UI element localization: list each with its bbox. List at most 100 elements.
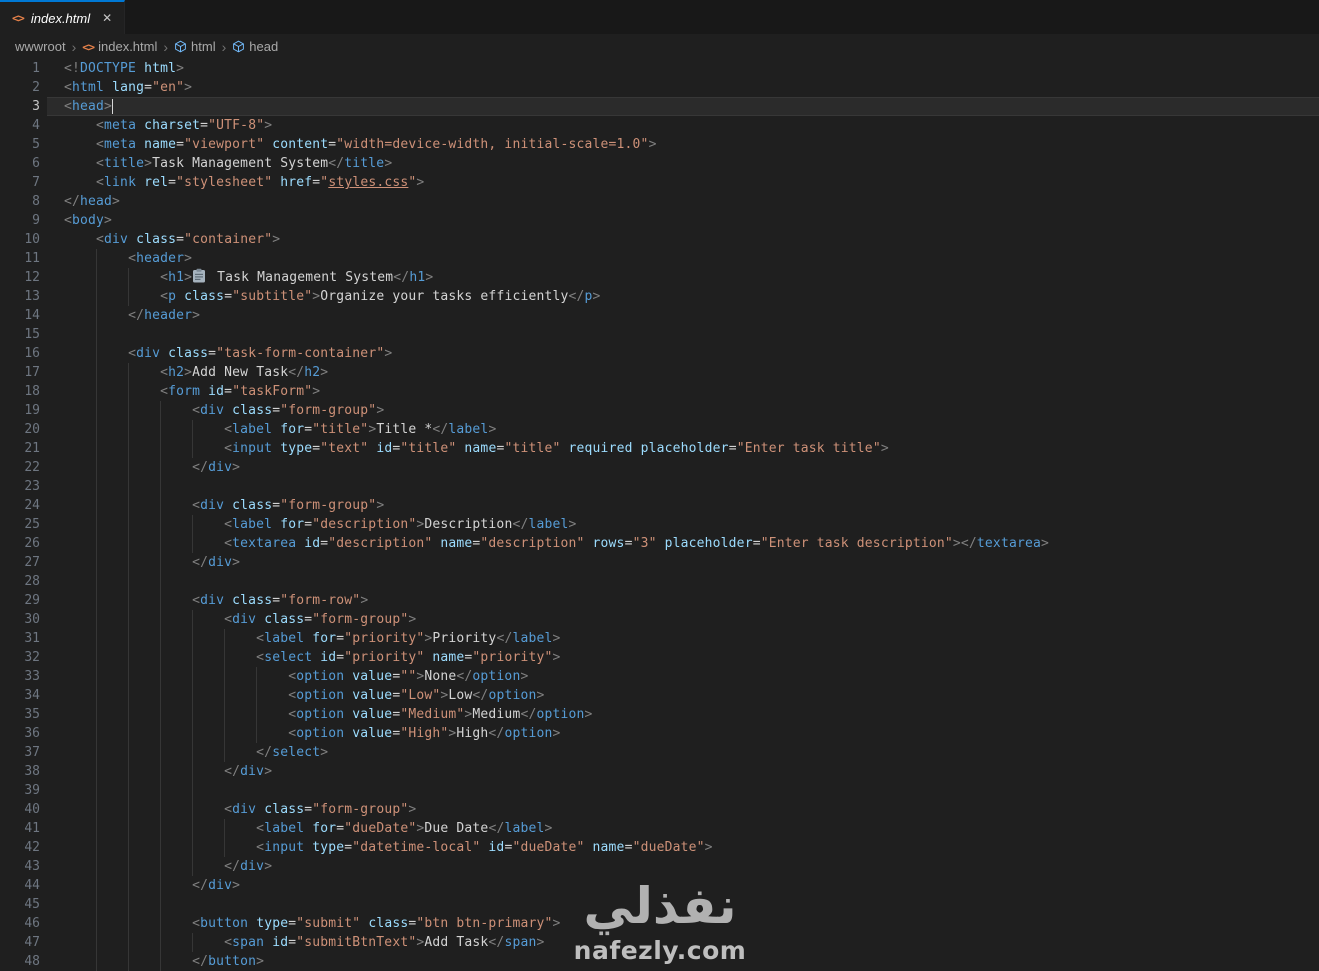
line-number[interactable]: 37 [0,743,40,762]
code-line[interactable]: 23 [0,477,1319,496]
line-number[interactable]: 24 [0,496,40,515]
breadcrumb-item-index-html[interactable]: <> index.html [82,39,157,54]
line-number[interactable]: 30 [0,610,40,629]
line-number[interactable]: 26 [0,534,40,553]
code-line[interactable]: 17 <h2>Add New Task</h2> [0,363,1319,382]
line-number[interactable]: 40 [0,800,40,819]
code-line[interactable]: 9 <body> [0,211,1319,230]
line-number[interactable]: 19 [0,401,40,420]
breadcrumb-item-html[interactable]: html [174,39,216,54]
line-number[interactable]: 38 [0,762,40,781]
code-line[interactable]: 32 <select id="priority" name="priority"… [0,648,1319,667]
line-number[interactable]: 21 [0,439,40,458]
line-number[interactable]: 41 [0,819,40,838]
line-number[interactable]: 32 [0,648,40,667]
code-line[interactable]: 31 <label for="priority">Priority</label… [0,629,1319,648]
code-line[interactable]: 25 <label for="description">Description<… [0,515,1319,534]
code-line[interactable]: 14 </header> [0,306,1319,325]
code-line[interactable]: 10 <div class="container"> [0,230,1319,249]
code-line[interactable]: 34 <option value="Low">Low</option> [0,686,1319,705]
code-line[interactable]: 48 </button> [0,952,1319,971]
code-line[interactable]: 29 <div class="form-row"> [0,591,1319,610]
code-line[interactable]: 5 <meta name="viewport" content="width=d… [0,135,1319,154]
code-line[interactable]: 37 </select> [0,743,1319,762]
line-number[interactable]: 42 [0,838,40,857]
line-number[interactable]: 15 [0,325,40,344]
code-line[interactable]: 44 </div> [0,876,1319,895]
line-number[interactable]: 1 [0,59,40,78]
code-line[interactable]: 7 <link rel="stylesheet" href="styles.cs… [0,173,1319,192]
line-number[interactable]: 2 [0,78,40,97]
line-number[interactable]: 23 [0,477,40,496]
code-line[interactable]: 24 <div class="form-group"> [0,496,1319,515]
code-line[interactable]: 2 <html lang="en"> [0,78,1319,97]
code-line[interactable]: 45 [0,895,1319,914]
line-number[interactable]: 31 [0,629,40,648]
line-number[interactable]: 10 [0,230,40,249]
tab-index-html[interactable]: <> index.html ✕ [0,0,126,34]
line-number[interactable]: 18 [0,382,40,401]
breadcrumb-item-wwwroot[interactable]: wwwroot [15,39,66,54]
line-number[interactable]: 33 [0,667,40,686]
code-line[interactable]: 11 <header> [0,249,1319,268]
line-number[interactable]: 20 [0,420,40,439]
code-line[interactable]: 26 <textarea id="description" name="desc… [0,534,1319,553]
close-icon[interactable]: ✕ [102,11,112,25]
line-number[interactable]: 39 [0,781,40,800]
line-number[interactable]: 27 [0,553,40,572]
code-line[interactable]: 46 <button type="submit" class="btn btn-… [0,914,1319,933]
code-line[interactable]: 22 </div> [0,458,1319,477]
code-line[interactable]: 43 </div> [0,857,1319,876]
line-number[interactable]: 16 [0,344,40,363]
line-number[interactable]: 34 [0,686,40,705]
code-line[interactable]: 36 <option value="High">High</option> [0,724,1319,743]
line-number[interactable]: 35 [0,705,40,724]
line-number[interactable]: 6 [0,154,40,173]
line-number[interactable]: 43 [0,857,40,876]
code-line[interactable]: 12 <h1> Task Management System</h1> [0,268,1319,287]
line-number[interactable]: 45 [0,895,40,914]
code-line[interactable]: 4 <meta charset="UTF-8"> [0,116,1319,135]
line-number[interactable]: 25 [0,515,40,534]
code-line[interactable]: 6 <title>Task Management System</title> [0,154,1319,173]
line-number[interactable]: 36 [0,724,40,743]
line-number[interactable]: 13 [0,287,40,306]
line-number[interactable]: 28 [0,572,40,591]
code-line[interactable]: 18 <form id="taskForm"> [0,382,1319,401]
line-number[interactable]: 3 [0,97,40,116]
code-line[interactable]: 39 [0,781,1319,800]
line-number[interactable]: 46 [0,914,40,933]
line-number[interactable]: 11 [0,249,40,268]
line-number[interactable]: 7 [0,173,40,192]
code-line[interactable]: 38 </div> [0,762,1319,781]
code-line[interactable]: 1 <!DOCTYPE html> [0,59,1319,78]
code-line[interactable]: 33 <option value="">None</option> [0,667,1319,686]
code-line[interactable]: 15 [0,325,1319,344]
line-number[interactable]: 48 [0,952,40,971]
line-number[interactable]: 8 [0,192,40,211]
code-area[interactable]: 1 <!DOCTYPE html> 2 <html lang="en"> 3 <head>… [0,59,1319,971]
code-line[interactable]: 40 <div class="form-group"> [0,800,1319,819]
line-number[interactable]: 5 [0,135,40,154]
code-line[interactable]: 8 </head> [0,192,1319,211]
code-line[interactable]: 35 <option value="Medium">Medium</option… [0,705,1319,724]
line-number[interactable]: 22 [0,458,40,477]
line-number[interactable]: 44 [0,876,40,895]
breadcrumb-item-head[interactable]: head [232,39,278,54]
code-line[interactable]: 42 <input type="datetime-local" id="dueD… [0,838,1319,857]
line-number[interactable]: 17 [0,363,40,382]
line-number[interactable]: 14 [0,306,40,325]
line-number[interactable]: 29 [0,591,40,610]
line-number[interactable]: 12 [0,268,40,287]
code-line[interactable]: 27 </div> [0,553,1319,572]
line-number[interactable]: 47 [0,933,40,952]
code-line[interactable]: 21 <input type="text" id="title" name="t… [0,439,1319,458]
code-line[interactable]: 30 <div class="form-group"> [0,610,1319,629]
code-line[interactable]: 19 <div class="form-group"> [0,401,1319,420]
line-number[interactable]: 4 [0,116,40,135]
code-line[interactable]: 47 <span id="submitBtnText">Add Task</sp… [0,933,1319,952]
code-line[interactable]: 20 <label for="title">Title *</label> [0,420,1319,439]
code-line[interactable]: 28 [0,572,1319,591]
code-line[interactable]: 16 <div class="task-form-container"> [0,344,1319,363]
line-number[interactable]: 9 [0,211,40,230]
